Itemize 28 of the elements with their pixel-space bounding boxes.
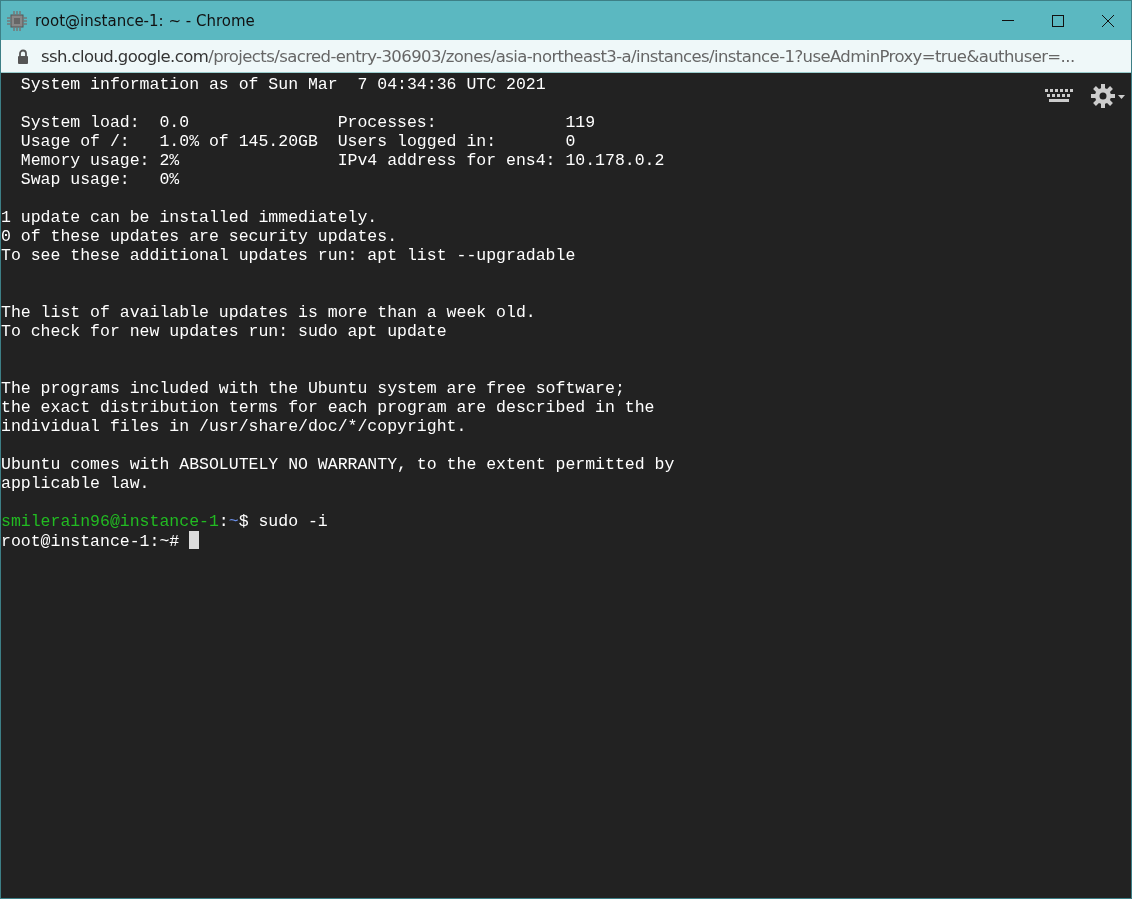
- root-prompt: root@instance-1:~#: [1, 532, 181, 551]
- prompt-separator: :: [218, 512, 229, 531]
- terminal-line: 1 update can be installed immediately.: [1, 208, 379, 227]
- terminal-line: System information as of Sun Mar 7 04:34:36 UTC 2021: [19, 75, 547, 94]
- window-title: root@instance-1: ~ - Chrome: [35, 11, 256, 30]
- maximize-icon: [1051, 13, 1065, 28]
- terminal-line: System load: 0.0 Processes: 119: [19, 113, 597, 132]
- terminal-line: Usage of /: 1.0% of 145.20GB Users logged in: 0: [19, 132, 577, 151]
- chip-icon: [7, 10, 27, 31]
- terminal-line: individual files in /usr/share/doc/*/copyright.: [1, 417, 468, 436]
- lock-icon: [17, 48, 29, 64]
- terminal-line: The list of available updates is more than a week old.: [1, 303, 537, 322]
- terminal-line: the exact distribution terms for each program are described in the: [1, 398, 656, 417]
- settings-icon[interactable]: [1091, 83, 1125, 109]
- terminal-line: Memory usage: 2% IPv4 address for ens4: 10.178.0.2: [19, 151, 666, 170]
- terminal-line: Ubuntu comes with ABSOLUTELY NO WARRANTY, to the extent permitted by: [1, 455, 676, 474]
- prompt-user-host: smilerain96@instance-1: [1, 512, 219, 531]
- command-text: $ sudo -i: [238, 512, 328, 531]
- prompt-path: ~: [228, 512, 239, 531]
- terminal-line: The programs included with the Ubuntu system are free software;: [1, 379, 626, 398]
- terminal-line: 0 of these updates are security updates.: [1, 227, 399, 246]
- terminal-line: To check for new updates run: sudo apt update: [1, 322, 448, 341]
- terminal-line: applicable law.: [1, 474, 151, 493]
- close-icon: [1101, 13, 1115, 28]
- terminal-line: Swap usage: 0%: [19, 170, 181, 189]
- terminal-line: To see these additional updates run: apt list --upgradable: [1, 246, 577, 265]
- keyboard-icon[interactable]: [1045, 89, 1073, 103]
- minimize-icon: [1001, 20, 1015, 21]
